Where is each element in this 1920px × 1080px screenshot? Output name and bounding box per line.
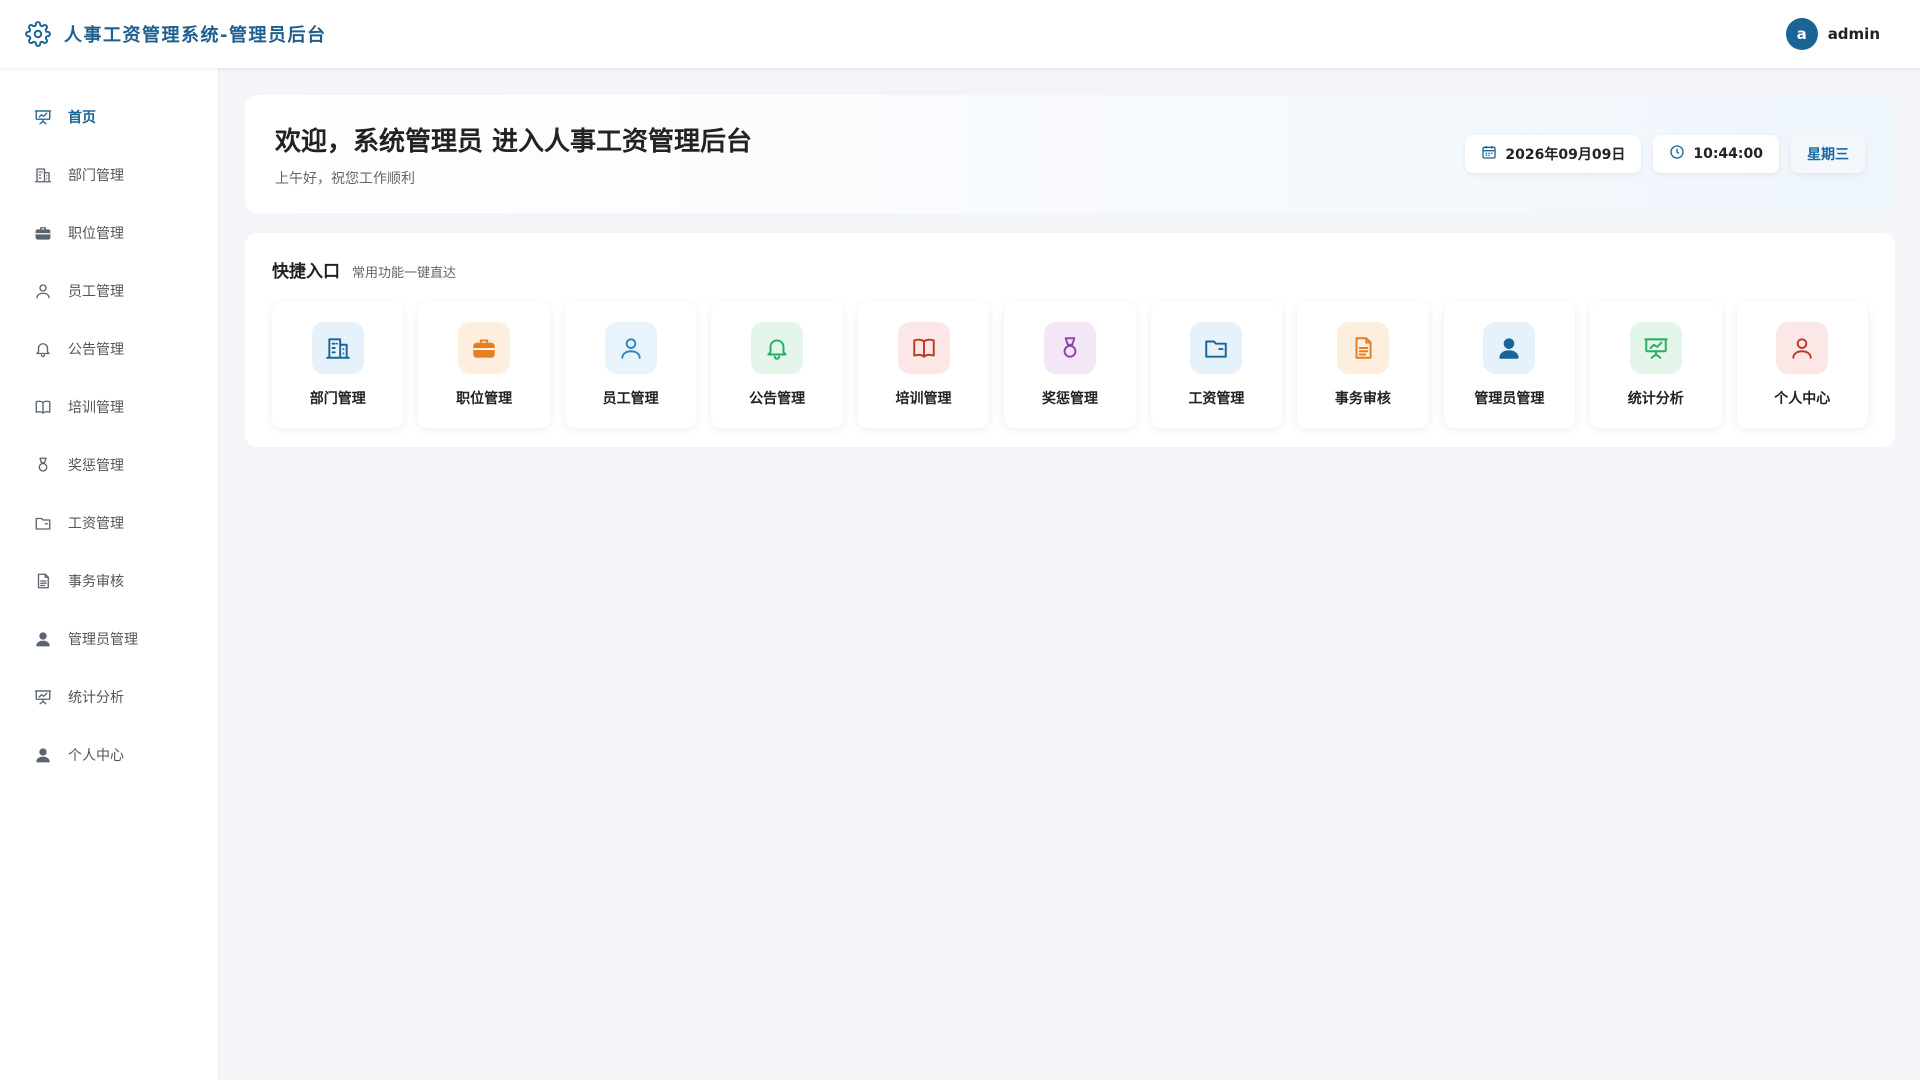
quick-access-panel: 快捷入口 常用功能一键直达 部门管理 职位管理 员工管理 公告管理 培训管理 奖惩管理 工资…: [245, 233, 1895, 447]
quick-card-9[interactable]: 统计分析: [1590, 302, 1722, 428]
avatar: a: [1785, 18, 1818, 50]
quick-card-label: 培训管理: [895, 391, 952, 407]
sidebar-item-label: 奖惩管理: [68, 458, 124, 474]
bell-icon: [34, 340, 52, 358]
username: admin: [1827, 25, 1880, 43]
document-icon: [1336, 322, 1389, 374]
quick-card-5[interactable]: 奖惩管理: [1004, 302, 1136, 428]
time-text: 10:44:00: [1693, 146, 1763, 162]
document-icon: [34, 572, 52, 590]
sidebar-item-6[interactable]: 奖惩管理: [0, 436, 218, 494]
gear-icon: [24, 20, 52, 48]
clock-icon: [1669, 144, 1685, 164]
sidebar-item-8[interactable]: 事务审核: [0, 552, 218, 610]
quick-card-label: 统计分析: [1627, 391, 1684, 407]
sidebar-item-label: 首页: [68, 110, 96, 126]
quick-card-label: 职位管理: [456, 391, 513, 407]
quick-card-label: 个人中心: [1774, 391, 1831, 407]
app-title: 人事工资管理系统-管理员后台: [64, 25, 327, 46]
quick-card-10[interactable]: 个人中心: [1736, 302, 1868, 428]
user-solid-icon: [34, 746, 52, 764]
building-icon: [34, 166, 52, 184]
quick-card-label: 事务审核: [1334, 391, 1391, 407]
top-header: 人事工资管理系统-管理员后台 a admin: [0, 0, 1920, 68]
sidebar-item-4[interactable]: 公告管理: [0, 320, 218, 378]
user-icon: [1776, 322, 1829, 374]
sidebar-item-11[interactable]: 个人中心: [0, 726, 218, 784]
medal-icon: [1043, 322, 1096, 374]
sidebar-item-label: 统计分析: [68, 690, 124, 706]
sidebar-item-label: 职位管理: [68, 226, 124, 242]
quick-card-label: 奖惩管理: [1041, 391, 1098, 407]
chart-board-icon: [1629, 322, 1682, 374]
quick-cards: 部门管理 职位管理 员工管理 公告管理 培训管理 奖惩管理 工资管理 事务审核 管理员管理 统计分…: [272, 302, 1868, 428]
welcome-title: 欢迎，系统管理员 进入人事工资管理后台: [275, 126, 753, 157]
sidebar-item-7[interactable]: 工资管理: [0, 494, 218, 552]
user-solid-icon: [1483, 322, 1536, 374]
sidebar-item-label: 员工管理: [68, 284, 124, 300]
quick-card-label: 公告管理: [749, 391, 806, 407]
wallet-icon: [34, 514, 52, 532]
quick-card-7[interactable]: 事务审核: [1297, 302, 1429, 428]
sidebar-item-10[interactable]: 统计分析: [0, 668, 218, 726]
quick-card-6[interactable]: 工资管理: [1150, 302, 1283, 428]
quick-card-3[interactable]: 公告管理: [711, 302, 843, 428]
sidebar-item-label: 部门管理: [68, 168, 124, 184]
user-solid-icon: [34, 630, 52, 648]
quick-card-label: 管理员管理: [1474, 391, 1545, 407]
sidebar-item-label: 工资管理: [68, 516, 124, 532]
sidebar-item-label: 事务审核: [68, 574, 124, 590]
sidebar-item-9[interactable]: 管理员管理: [0, 610, 218, 668]
quick-card-label: 员工管理: [602, 391, 659, 407]
brand[interactable]: 人事工资管理系统-管理员后台: [24, 20, 326, 48]
sidebar-item-label: 公告管理: [68, 342, 124, 358]
date-text: 2026年09月09日: [1505, 147, 1626, 163]
book-icon: [897, 322, 950, 374]
sidebar-item-0[interactable]: 首页: [0, 88, 218, 146]
sidebar-item-5[interactable]: 培训管理: [0, 378, 218, 436]
briefcase-icon: [458, 322, 511, 374]
sidebar-item-label: 个人中心: [68, 748, 124, 764]
medal-icon: [34, 456, 52, 474]
wallet-icon: [1190, 322, 1243, 374]
welcome-banner: 欢迎，系统管理员 进入人事工资管理后台 上午好，祝您工作顺利 2026年09月0…: [245, 95, 1895, 213]
quick-card-label: 部门管理: [309, 391, 366, 407]
bell-icon: [751, 322, 804, 374]
quick-card-0[interactable]: 部门管理: [272, 302, 404, 428]
quick-title: 快捷入口: [272, 262, 340, 282]
main-content: 欢迎，系统管理员 进入人事工资管理后台 上午好，祝您工作顺利 2026年09月0…: [245, 95, 1895, 447]
quick-card-1[interactable]: 职位管理: [418, 302, 550, 428]
quick-card-label: 工资管理: [1188, 391, 1245, 407]
user-icon: [34, 282, 52, 300]
user-icon: [604, 322, 657, 374]
sidebar-item-label: 培训管理: [68, 400, 124, 416]
quick-subtitle: 常用功能一键直达: [352, 266, 457, 281]
quick-card-2[interactable]: 员工管理: [564, 302, 697, 428]
book-icon: [34, 398, 52, 416]
welcome-subtitle: 上午好，祝您工作顺利: [275, 170, 415, 187]
date-chip: 2026年09月09日: [1465, 135, 1642, 173]
building-icon: [311, 322, 364, 374]
weekday-chip: 星期三: [1791, 135, 1865, 173]
user-menu[interactable]: a admin: [1785, 18, 1880, 50]
sidebar-item-1[interactable]: 部门管理: [0, 146, 218, 204]
briefcase-icon: [34, 224, 52, 242]
sidebar-item-label: 管理员管理: [68, 632, 138, 648]
sidebar-item-2[interactable]: 职位管理: [0, 204, 218, 262]
sidebar-item-3[interactable]: 员工管理: [0, 262, 218, 320]
chart-board-icon: [34, 108, 52, 126]
chart-board-icon: [34, 688, 52, 706]
weekday-text: 星期三: [1807, 147, 1849, 163]
quick-card-4[interactable]: 培训管理: [857, 302, 990, 428]
calendar-icon: [1481, 144, 1497, 164]
time-chip: 10:44:00: [1653, 135, 1779, 173]
sidebar: 首页部门管理职位管理员工管理公告管理培训管理奖惩管理工资管理事务审核管理员管理统…: [0, 68, 219, 1080]
quick-card-8[interactable]: 管理员管理: [1443, 302, 1576, 428]
